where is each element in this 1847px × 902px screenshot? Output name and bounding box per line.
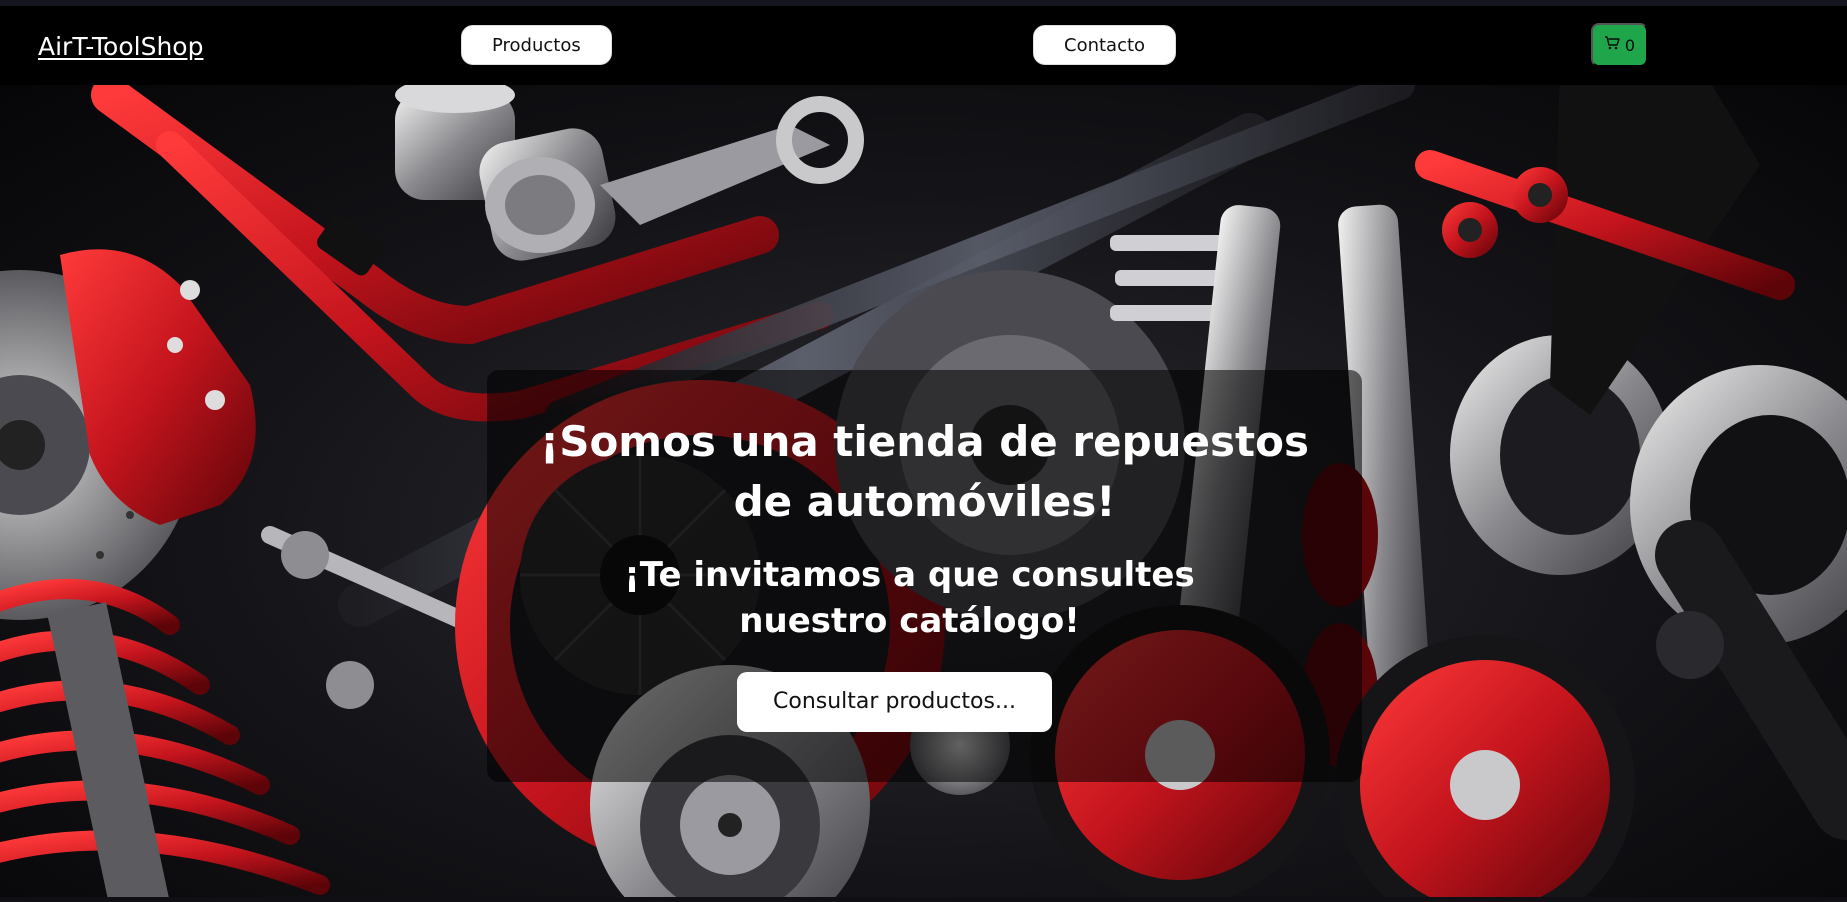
navbar: AirT-ToolShop Productos Contacto 0 [0,6,1847,85]
hero-subtitle: ¡Te invitamos a que consultes nuestro ca… [624,555,1195,641]
brand-link[interactable]: AirT-ToolShop [38,32,203,61]
cart-count: 0 [1624,35,1636,55]
cart-icon [1604,35,1620,55]
nav-productos-button[interactable]: Productos [461,25,612,65]
browser-bottom-strip [0,897,1847,902]
consult-products-button[interactable]: Consultar productos... [737,672,1052,732]
nav-contacto-button[interactable]: Contacto [1033,25,1177,65]
hero-title: ¡Somos una tienda de repuestos de automó… [540,417,1309,526]
cart-button[interactable]: 0 [1591,23,1648,67]
hero-section: ¡Somos una tienda de repuestos de automó… [0,85,1847,902]
hero-overlay-card: ¡Somos una tienda de repuestos de automó… [487,370,1362,782]
page: AirT-ToolShop Productos Contacto 0 ¡Somo… [0,0,1847,902]
